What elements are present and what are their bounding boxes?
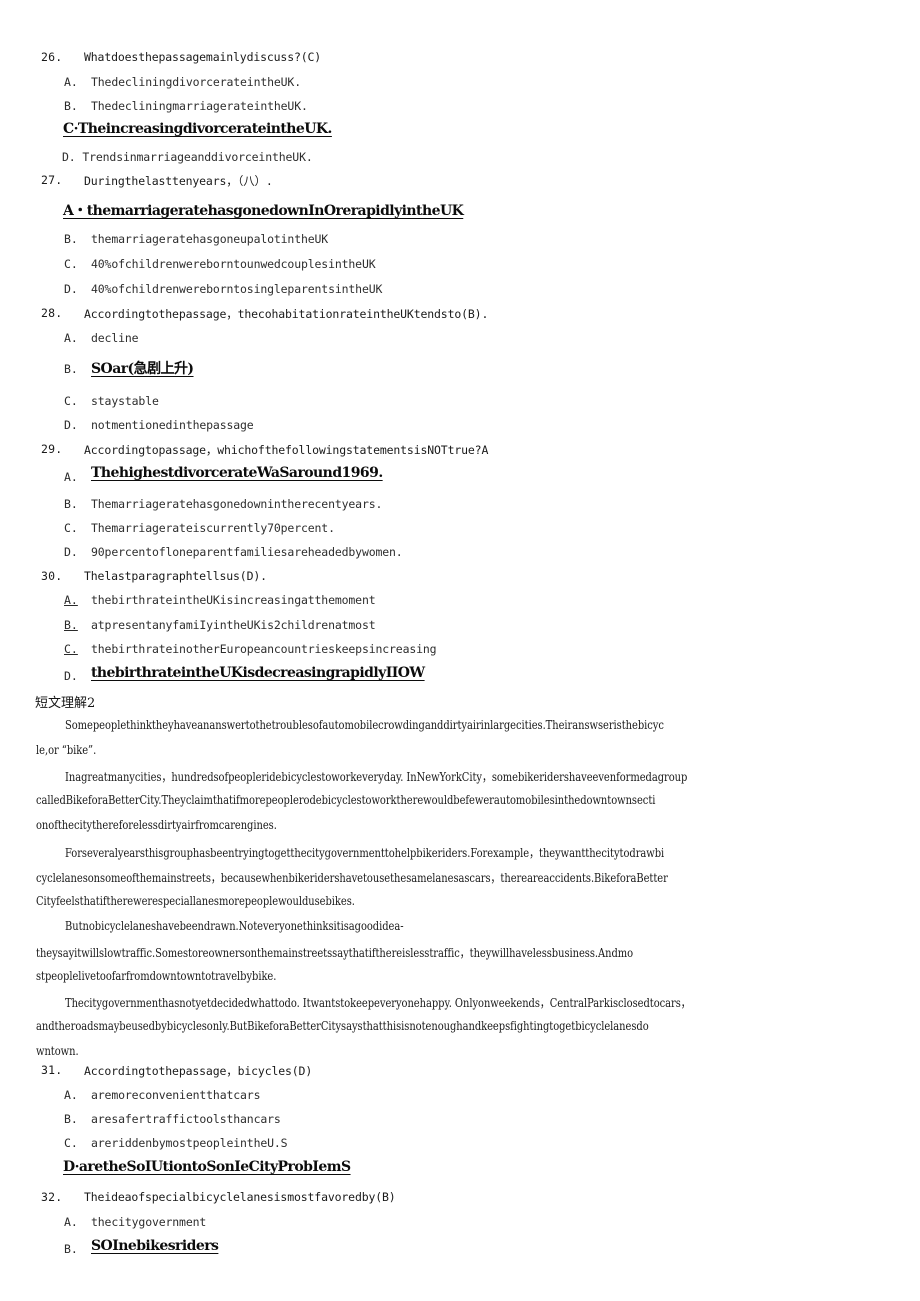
exam-page: 26. Whatdoesthepassagemainlydiscuss?(C) … [0, 0, 920, 1301]
option-label-31-b: B. [64, 1112, 78, 1126]
option-label-28-b: B. [64, 362, 78, 376]
question-number-29: 29. [41, 442, 63, 456]
question-stem-30: Thelastparagraphtellsus(D). [84, 569, 267, 583]
option-label-26-b: B. [64, 99, 78, 113]
option-label-31-c: C. [64, 1136, 78, 1150]
passage-line-14: wntown. [36, 1043, 79, 1058]
question-number-28: 28. [41, 306, 63, 320]
question-number-30: 30. [41, 569, 63, 583]
option-text-26-a[interactable]: ThedecliningdivorcerateintheUK. [91, 75, 301, 89]
passage-line-9: Butnobicyclelaneshavebeendrawn.Noteveryo… [65, 918, 404, 933]
option-text-28-a[interactable]: decline [91, 331, 139, 345]
passage-line-13: andtheroadsmaybeusedbybicyclesonly.ButBi… [36, 1018, 649, 1033]
question-stem-27: Duringthelasttenyears，（八）. [84, 174, 273, 188]
passage-line-10: theysayitwillslowtraffic.Somestoreowners… [36, 945, 634, 960]
option-label-29-a: A. [64, 470, 78, 484]
option-label-27-c: C. [64, 257, 78, 271]
passage-line-3: Inagreatmanycities，hundredsofpeoplerideb… [65, 769, 688, 784]
option-text-28-d[interactable]: notmentionedinthepassage [91, 418, 254, 432]
question-number-31: 31. [41, 1063, 63, 1077]
passage-heading: 短文理解2 [35, 696, 96, 711]
passage-line-1: Somepeoplethinktheyhaveananswertothetrou… [65, 717, 664, 732]
option-text-29-b[interactable]: Themarriageratehasgonedownintherecentyea… [91, 497, 382, 511]
answer-option-28-b[interactable]: SOar(急剧上升) [91, 358, 194, 378]
option-text-27-b[interactable]: themarriageratehasgoneupalotintheUK [91, 232, 328, 246]
option-label-29-c: C. [64, 521, 78, 535]
question-number-26: 26. [41, 50, 63, 64]
passage-line-4: calledBikeforaBetterCity.Theyclaimthatif… [36, 792, 656, 807]
question-number-27: 27. [41, 173, 63, 187]
passage-line-6: Forseveralyearsthisgrouphasbeentryingtog… [65, 845, 665, 860]
option-text-29-d[interactable]: 90percentofloneparentfamiliesareheadedby… [91, 545, 403, 559]
answer-option-29-a[interactable]: ThehighestdivorcerateWaSaround1969. [91, 465, 383, 481]
question-stem-29: Accordingtopassage，whichofthefollowingst… [84, 443, 489, 457]
option-label-27-b: B. [64, 232, 78, 246]
question-stem-31: Accordingtothepassage，bicycles(D) [84, 1064, 313, 1078]
passage-line-11: stpeoplelivetoofarfromdowntowntotravelby… [36, 968, 277, 983]
answer-option-32-b[interactable]: SOInebikesriders [91, 1238, 219, 1254]
option-text-32-a[interactable]: thecitygovernment [91, 1215, 206, 1229]
option-label-28-a: A. [64, 331, 78, 345]
option-label-32-a: A. [64, 1215, 78, 1229]
option-label-29-b: B. [64, 497, 78, 511]
question-stem-28: Accordingtothepassage，thecohabitationrat… [84, 307, 489, 321]
option-label-30-a: A. [64, 593, 78, 607]
answer-option-31-d[interactable]: D·aretheSoIUtiontoSonIeCityProbIemS [63, 1159, 351, 1175]
option-label-31-a: A. [64, 1088, 78, 1102]
option-label-30-b: B. [64, 618, 78, 632]
option-label-28-c: C. [64, 394, 78, 408]
option-label-30-c: C. [64, 642, 78, 656]
option-label-28-d: D. [64, 418, 78, 432]
option-text-27-d[interactable]: 40%ofchildrenwereborntosingleparentsinth… [91, 282, 382, 296]
option-label-32-b: B. [64, 1242, 78, 1256]
option-text-27-c[interactable]: 40%ofchildrenwereborntounwedcouplesinthe… [91, 257, 376, 271]
option-text-30-b[interactable]: atpresentanyfamiIyintheUKis2childrenatmo… [91, 618, 376, 632]
passage-line-5: onofthecitythereforelessdirtyairfromcare… [36, 817, 277, 832]
option-text-31-a[interactable]: aremoreconvenientthatcars [91, 1088, 260, 1102]
option-text-30-c[interactable]: thebirthrateinotherEuropeancountrieskeep… [91, 642, 437, 656]
option-text-28-c[interactable]: staystable [91, 394, 159, 408]
option-label-29-d: D. [64, 545, 78, 559]
answer-option-27-a[interactable]: A・themarriageratehasgonedownInOrerapidly… [63, 200, 464, 220]
answer-option-26-c[interactable]: C·TheincreasingdivorcerateintheUK. [63, 121, 332, 137]
question-number-32: 32. [41, 1190, 63, 1204]
option-text-26-d[interactable]: D. TrendsinmarriageanddivorceintheUK. [62, 150, 313, 164]
option-label-30-d: D. [64, 669, 78, 683]
question-stem-32: Theideaofspecialbicyclelanesismostfavore… [84, 1190, 396, 1204]
option-text-26-b[interactable]: ThedecliningmarriagerateintheUK. [91, 99, 308, 113]
passage-line-12: Thecitygovernmenthasnotyetdecidedwhattod… [65, 995, 691, 1010]
option-text-30-a[interactable]: thebirthrateintheUKisincreasingatthemome… [91, 593, 376, 607]
option-label-26-a: A. [64, 75, 78, 89]
option-text-31-b[interactable]: aresafertraffictoolsthancars [91, 1112, 281, 1126]
option-text-31-c[interactable]: areriddenbymostpeopleintheU.S [91, 1136, 288, 1150]
passage-line-7: cyclelanesonsomeofthemainstreets，because… [36, 870, 668, 885]
passage-line-8: Cityfeelsthatiftherewerespeciallanesmore… [36, 893, 355, 908]
question-stem-26: Whatdoesthepassagemainlydiscuss?(C) [84, 50, 322, 64]
passage-line-2: le,or “bike”. [36, 742, 97, 757]
option-label-27-d: D. [64, 282, 78, 296]
answer-option-30-d[interactable]: thebirthrateintheUKisdecreasingrapidlyII… [91, 665, 425, 681]
option-text-29-c[interactable]: Themarriagerateiscurrently70percent. [91, 521, 335, 535]
